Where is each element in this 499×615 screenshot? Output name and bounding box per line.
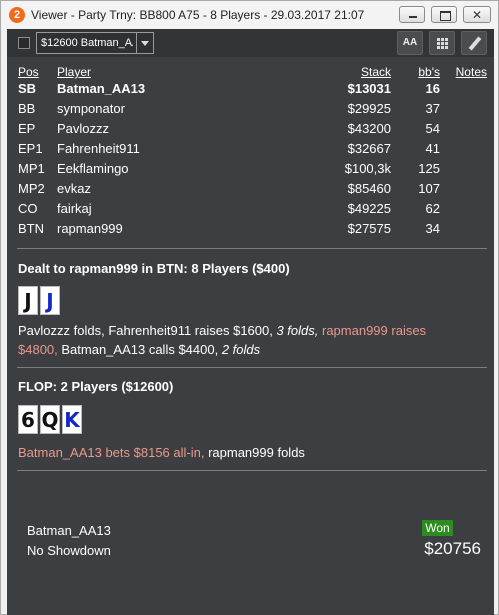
player-stack: $27575 — [347, 221, 391, 236]
player-bbs: 107 — [418, 181, 440, 196]
player-bbs: 34 — [425, 221, 440, 236]
player-position: EP1 — [18, 141, 43, 156]
player-position: SB — [18, 81, 37, 96]
chevron-down-icon[interactable] — [136, 33, 153, 53]
close-icon: ✕ — [471, 8, 483, 22]
player-row[interactable]: BTN rapman999 $27575 34 — [7, 221, 494, 241]
player-row[interactable]: MP2 evkaz $85460 107 — [7, 181, 494, 201]
grid-icon — [437, 38, 448, 49]
action-text: 2 folds — [221, 342, 261, 357]
board-cards: 6QK — [18, 405, 84, 434]
player-name: Fahrenheit911 — [57, 141, 140, 156]
player-stack: $85460 — [347, 181, 391, 196]
header-stack[interactable]: Stack — [361, 65, 391, 79]
player-row[interactable]: EP1 Fahrenheit911 $32667 41 — [7, 141, 494, 161]
player-row[interactable]: CO fairkaj $49225 62 — [7, 201, 494, 221]
preflop-actions: Pavlozzz folds, Fahrenheit911 raises $16… — [18, 321, 468, 359]
won-badge: Won — [422, 520, 453, 536]
player-name: symponator — [57, 101, 125, 116]
player-select[interactable]: $12600 Batman_AA — [36, 32, 154, 54]
header-notes[interactable]: Notes — [456, 65, 487, 79]
player-bbs: 62 — [425, 201, 440, 216]
player-position: MP1 — [18, 161, 45, 176]
edit-button[interactable] — [461, 31, 487, 55]
card: K — [62, 405, 82, 434]
app-logo-icon: 2 — [9, 7, 25, 23]
font-size-button[interactable]: AA — [397, 31, 423, 55]
header-player[interactable]: Player — [57, 65, 91, 79]
card: Q — [40, 405, 60, 434]
result-note: No Showdown — [27, 543, 111, 558]
minimize-icon — [400, 7, 424, 22]
flop-actions: Batman_AA13 bets $8156 all-in, rapman999… — [18, 443, 468, 462]
window-title: Viewer - Party Trny: BB800 A75 - 8 Playe… — [31, 8, 365, 22]
hand-history: Pos Player Stack bb's Notes SB Batman_AA… — [7, 57, 494, 615]
layout-button[interactable] — [429, 31, 455, 55]
card: J — [18, 286, 38, 315]
player-bbs: 37 — [425, 101, 440, 116]
maximize-icon — [432, 7, 456, 22]
card: J — [40, 286, 60, 315]
player-stack: $29925 — [347, 101, 391, 116]
player-stack: $43200 — [347, 121, 391, 136]
maximize-button[interactable] — [431, 6, 457, 23]
player-stack: $100,3k — [344, 161, 391, 176]
pencil-icon — [468, 36, 482, 51]
player-row[interactable]: EP Pavlozzz $43200 54 — [7, 121, 494, 141]
player-name: Batman_AA13 — [57, 81, 146, 96]
preflop-header: Dealt to rapman999 in BTN: 8 Players ($4… — [18, 261, 290, 276]
player-position: BTN — [18, 221, 44, 236]
player-bbs: 54 — [425, 121, 440, 136]
player-row[interactable]: MP1 Eekflamingo $100,3k 125 — [7, 161, 494, 181]
player-name: rapman999 — [57, 221, 123, 236]
player-bbs: 41 — [425, 141, 440, 156]
divider — [17, 248, 487, 249]
player-position: MP2 — [18, 181, 45, 196]
won-amount: $20756 — [424, 539, 481, 558]
player-stack: $32667 — [347, 141, 391, 156]
card: 6 — [18, 405, 38, 434]
result-player: Batman_AA13 — [27, 523, 111, 538]
player-bbs: 125 — [418, 161, 440, 176]
hero-action-text: Batman_AA13 bets $8156 all-in, — [18, 445, 205, 460]
player-name: Eekflamingo — [57, 161, 129, 176]
hand-viewer-panel: $12600 Batman_AA AA Pos Player Stack bb'… — [7, 29, 494, 615]
player-stack: $13031 — [347, 81, 391, 96]
player-name: fairkaj — [57, 201, 92, 216]
player-select-value: $12600 Batman_AA — [41, 37, 133, 49]
action-text: 3 folds, — [276, 323, 319, 338]
minimize-button[interactable] — [399, 6, 425, 23]
player-bbs: 16 — [425, 81, 440, 96]
header-pos[interactable]: Pos — [18, 65, 39, 79]
player-row[interactable]: SB Batman_AA13 $13031 16 — [7, 81, 494, 101]
flop-header: FLOP: 2 Players ($12600) — [18, 379, 174, 394]
player-position: BB — [18, 101, 36, 116]
player-position: CO — [18, 201, 38, 216]
font-size-icon: AA — [402, 37, 418, 48]
close-button[interactable]: ✕ — [463, 6, 491, 23]
player-row[interactable]: BB symponator $29925 37 — [7, 101, 494, 121]
player-name: evkaz — [57, 181, 91, 196]
viewer-window: 2 Viewer - Party Trny: BB800 A75 - 8 Pla… — [0, 0, 499, 615]
action-text: Pavlozzz folds, Fahrenheit911 raises $16… — [18, 323, 277, 338]
title-bar[interactable]: 2 Viewer - Party Trny: BB800 A75 - 8 Pla… — [1, 1, 498, 29]
player-position: EP — [18, 121, 36, 136]
action-text: rapman999 folds — [204, 445, 305, 460]
toolbar: $12600 Batman_AA AA — [7, 29, 494, 57]
divider — [17, 367, 487, 368]
player-name: Pavlozzz — [57, 121, 110, 136]
header-bbs[interactable]: bb's — [418, 65, 440, 79]
select-checkbox[interactable] — [18, 37, 30, 49]
action-text: Batman_AA13 calls $4400, — [57, 342, 222, 357]
hole-cards: JJ — [18, 286, 62, 315]
player-stack: $49225 — [347, 201, 391, 216]
divider — [17, 470, 487, 471]
